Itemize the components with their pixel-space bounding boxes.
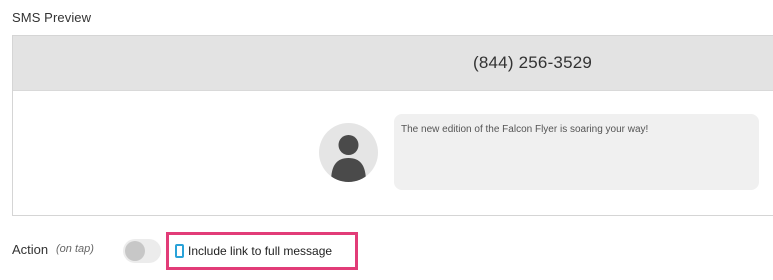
preview-header: (844) 256-3529 xyxy=(13,36,773,91)
action-label: Action xyxy=(12,242,49,257)
action-hint: (on tap) xyxy=(56,243,94,255)
avatar-silhouette xyxy=(331,135,366,182)
user-avatar-icon xyxy=(319,123,378,182)
action-toggle[interactable] xyxy=(123,239,161,263)
section-title: SMS Preview xyxy=(12,10,92,25)
sms-preview-panel: (844) 256-3529 The new edition of the Fa… xyxy=(12,35,773,216)
phone-number: (844) 256-3529 xyxy=(473,53,593,72)
message-bubble: The new edition of the Falcon Flyer is s… xyxy=(394,114,759,190)
highlight-box: Include link to full message xyxy=(166,232,358,270)
toggle-knob xyxy=(125,241,145,261)
include-link-option[interactable]: Include link to full message xyxy=(175,242,332,260)
include-link-checkbox[interactable] xyxy=(175,244,184,258)
include-link-label: Include link to full message xyxy=(188,244,333,258)
message-text: The new edition of the Falcon Flyer is s… xyxy=(401,124,649,135)
